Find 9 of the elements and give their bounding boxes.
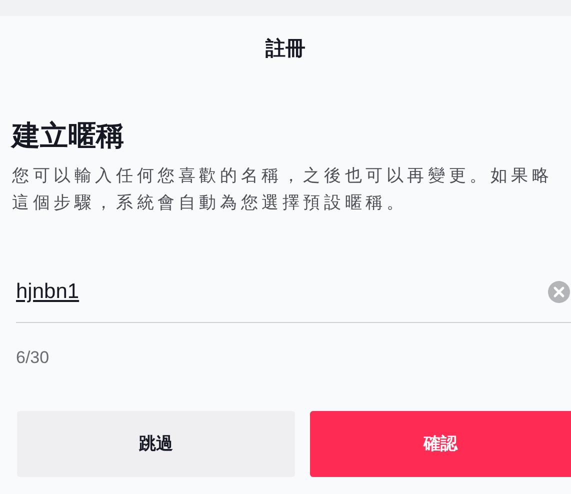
heading: 建立暱稱 bbox=[12, 119, 125, 153]
nickname-field[interactable]: hjnbn1 bbox=[16, 272, 548, 312]
page-title: 註冊 bbox=[266, 36, 306, 62]
description-line: 您可以輸入任何您喜歡的名稱，之後也可以再變更。如果略 bbox=[12, 165, 553, 187]
clear-icon[interactable] bbox=[548, 281, 570, 303]
confirm-button[interactable]: 確認 bbox=[310, 411, 571, 477]
description-line: 這個步驟，系統會自動為您選擇預設暱稱。 bbox=[12, 192, 408, 214]
skip-button[interactable]: 跳過 bbox=[17, 411, 295, 477]
character-counter: 6/30 bbox=[16, 348, 50, 367]
